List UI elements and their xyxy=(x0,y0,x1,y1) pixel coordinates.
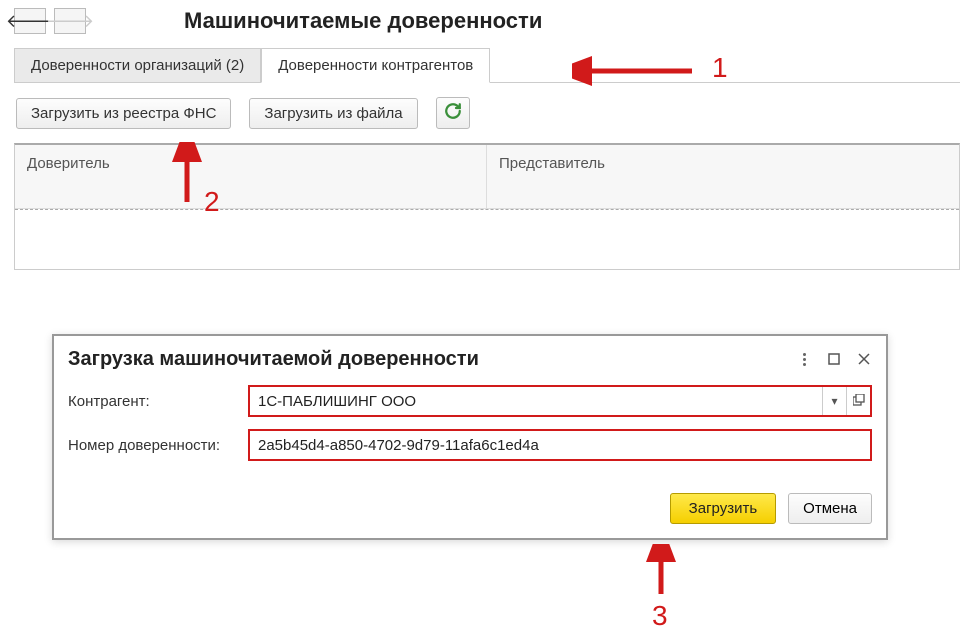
annotation-number-2: 2 xyxy=(204,186,220,218)
vertical-dots-icon xyxy=(803,353,806,366)
poa-number-label: Номер доверенности: xyxy=(68,437,248,454)
nav-forward-button[interactable]: 🡒 xyxy=(54,8,86,34)
counterparty-dropdown-button[interactable]: ▾ xyxy=(822,387,846,415)
load-from-file-button[interactable]: Загрузить из файла xyxy=(249,98,417,129)
load-poa-dialog: Загрузка машиночитаемой доверенности Кон… xyxy=(52,334,888,540)
column-header-grantor[interactable]: Доверитель xyxy=(15,145,487,208)
tab-org-poa[interactable]: Доверенности организаций (2) xyxy=(14,48,261,83)
dialog-menu-button[interactable] xyxy=(796,352,812,368)
dialog-title: Загрузка машиночитаемой доверенности xyxy=(68,348,796,371)
load-button[interactable]: Загрузить xyxy=(670,493,777,524)
refresh-icon xyxy=(444,102,462,125)
poa-number-field-wrap xyxy=(248,429,872,461)
tab-counterparty-poa[interactable]: Доверенности контрагентов xyxy=(261,48,490,83)
column-header-representative[interactable]: Представитель xyxy=(487,145,959,208)
poa-table: Доверитель Представитель xyxy=(14,143,960,270)
counterparty-open-button[interactable] xyxy=(846,387,870,415)
maximize-icon xyxy=(828,352,840,368)
annotation-arrow-3 xyxy=(646,544,676,604)
nav-back-button[interactable]: 🡐 xyxy=(14,8,46,34)
chevron-down-icon: ▾ xyxy=(831,394,837,408)
annotation-arrow-2 xyxy=(172,142,202,212)
arrow-right-icon: 🡒 xyxy=(46,11,94,32)
annotation-number-1: 1 xyxy=(712,52,728,84)
cancel-button[interactable]: Отмена xyxy=(788,493,872,524)
dialog-maximize-button[interactable] xyxy=(826,352,842,368)
close-icon xyxy=(858,352,870,368)
annotation-arrow-1 xyxy=(572,56,702,86)
load-from-fns-registry-button[interactable]: Загрузить из реестра ФНС xyxy=(16,98,231,129)
counterparty-field-wrap: ▾ xyxy=(248,385,872,417)
counterparty-input[interactable] xyxy=(250,389,822,414)
refresh-button[interactable] xyxy=(436,97,470,129)
annotation-number-3: 3 xyxy=(652,600,668,632)
poa-number-input[interactable] xyxy=(250,433,870,458)
dialog-close-button[interactable] xyxy=(856,352,872,368)
counterparty-label: Контрагент: xyxy=(68,393,248,410)
open-external-icon xyxy=(853,394,865,409)
table-body[interactable] xyxy=(15,209,959,269)
page-title: Машиночитаемые доверенности xyxy=(184,8,542,34)
